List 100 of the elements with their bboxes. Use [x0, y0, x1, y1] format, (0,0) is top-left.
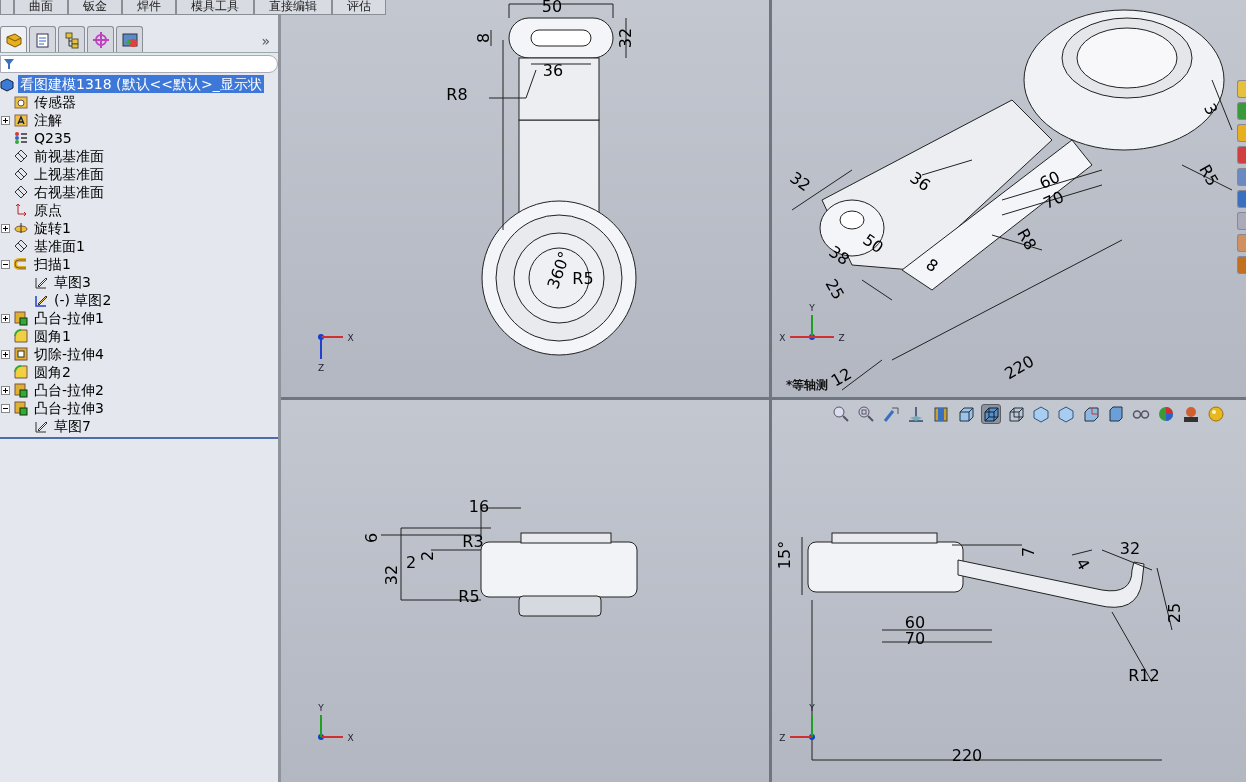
- dimension-label[interactable]: 8: [922, 254, 942, 277]
- dimension-label[interactable]: 15°: [775, 540, 794, 570]
- dimension-label[interactable]: 32: [786, 167, 814, 196]
- tree-item[interactable]: 凸台-拉伸3: [32, 399, 106, 417]
- section-view-icon: [907, 405, 925, 423]
- dimension-label[interactable]: 32: [382, 564, 401, 586]
- panel-tab[interactable]: [58, 26, 85, 52]
- view-previous-icon: [882, 405, 900, 423]
- tree-item[interactable]: Q235: [32, 129, 74, 147]
- expand-icon[interactable]: [1, 385, 10, 395]
- tree-item[interactable]: (-) 草图2: [52, 291, 114, 309]
- fillet-icon: [14, 328, 29, 344]
- dimension-label[interactable]: 3: [1200, 100, 1222, 119]
- tree-item[interactable]: 上视基准面: [32, 165, 106, 183]
- dimension-label[interactable]: 38: [825, 241, 853, 270]
- dimension-label[interactable]: 8: [474, 32, 493, 44]
- dimension-label[interactable]: 25: [1165, 602, 1184, 624]
- panel-tab[interactable]: [0, 26, 27, 52]
- toolbar-button[interactable]: [1056, 404, 1076, 424]
- toolbar-button[interactable]: [906, 404, 926, 424]
- dimension-label[interactable]: 70: [904, 629, 926, 648]
- dimension-label[interactable]: 36: [906, 167, 934, 196]
- dimension-label[interactable]: 60: [904, 613, 926, 632]
- extrude-icon: [14, 400, 29, 416]
- dimension-label[interactable]: 4: [1072, 555, 1094, 574]
- tree-item[interactable]: 草图7: [52, 417, 93, 435]
- collapse-icon[interactable]: [1, 403, 10, 413]
- tab-edge[interactable]: [0, 0, 14, 15]
- tree-item[interactable]: 凸台-拉伸1: [32, 309, 106, 327]
- dimension-label[interactable]: 16: [468, 497, 490, 516]
- toolbar-button[interactable]: [956, 404, 976, 424]
- toolbar-button[interactable]: [1181, 404, 1201, 424]
- extrude-icon: [14, 310, 29, 326]
- command-tab[interactable]: 钣金: [68, 0, 122, 15]
- toolbar-button[interactable]: [1156, 404, 1176, 424]
- config-icon: [62, 30, 81, 49]
- dimension-label[interactable]: 32: [616, 27, 635, 49]
- tree-item[interactable]: 前视基准面: [32, 147, 106, 165]
- dimension-label[interactable]: R8: [446, 85, 468, 104]
- tree-item[interactable]: 右视基准面: [32, 183, 106, 201]
- dimension-label[interactable]: R3: [462, 532, 484, 551]
- wireframe-cube-icon: [1007, 405, 1025, 423]
- plane-icon: [14, 166, 29, 182]
- more-button[interactable]: »: [257, 31, 274, 52]
- command-tab[interactable]: 焊件: [122, 0, 176, 15]
- panel-tab[interactable]: [29, 26, 56, 52]
- dimension-label[interactable]: 50: [541, 0, 563, 16]
- dimension-label[interactable]: 25: [821, 275, 849, 303]
- tree-item[interactable]: 旋转1: [32, 219, 73, 237]
- folder-icon: [14, 94, 29, 110]
- tree-item[interactable]: 基准面1: [32, 237, 87, 255]
- expand-icon[interactable]: [1, 115, 10, 125]
- dimension-label[interactable]: 2: [405, 553, 417, 572]
- shaded-cube-icon: [1032, 405, 1050, 423]
- dimension-label[interactable]: 220: [1001, 351, 1038, 384]
- tree-item[interactable]: 传感器: [32, 93, 78, 111]
- color-ball-icon: [1157, 405, 1175, 423]
- command-tab[interactable]: 评估: [332, 0, 386, 15]
- dimension-label[interactable]: 7: [1019, 546, 1038, 558]
- toolbar-button[interactable]: [1106, 404, 1126, 424]
- collapse-icon[interactable]: [1, 259, 10, 269]
- tree-item[interactable]: 原点: [32, 201, 64, 219]
- dimension-label[interactable]: 220: [951, 746, 983, 765]
- filter-field[interactable]: [0, 55, 278, 73]
- panel-tab[interactable]: [87, 26, 114, 52]
- dimension-label[interactable]: 12: [827, 363, 855, 391]
- tree-item[interactable]: 看图建模1318 (默认<<默认>_显示状: [18, 75, 264, 93]
- dimension-label[interactable]: 2: [418, 550, 437, 562]
- toolbar-button[interactable]: [856, 404, 876, 424]
- expand-icon[interactable]: [1, 349, 10, 359]
- dimension-label[interactable]: R5: [458, 587, 480, 606]
- panel-tab[interactable]: [116, 26, 143, 52]
- command-tab[interactable]: 直接编辑: [254, 0, 332, 15]
- dimension-label[interactable]: 32: [1119, 539, 1141, 558]
- display-icon: [120, 30, 139, 49]
- dimension-label[interactable]: 36: [542, 61, 564, 80]
- axis-triad-drawing: Y X: [318, 703, 354, 743]
- command-tab[interactable]: 模具工具: [176, 0, 254, 15]
- task-pane-tab[interactable]: [1237, 80, 1246, 98]
- tree-item[interactable]: 切除-拉伸4: [32, 345, 106, 363]
- dimension-label[interactable]: R12: [1128, 666, 1160, 685]
- toolbar-button[interactable]: [1031, 404, 1051, 424]
- tree-item[interactable]: 草图3: [52, 273, 93, 291]
- toolbar-button[interactable]: [1006, 404, 1026, 424]
- dimension-label[interactable]: R5: [1195, 161, 1223, 190]
- part-icon: [0, 76, 15, 92]
- tree-item[interactable]: 圆角1: [32, 327, 73, 345]
- dimension-label[interactable]: R8: [1013, 225, 1041, 254]
- toolbar-button[interactable]: [1081, 404, 1101, 424]
- tree-item[interactable]: 扫描1: [32, 255, 73, 273]
- command-tab[interactable]: 曲面: [14, 0, 68, 15]
- tree-item[interactable]: 注解: [32, 111, 64, 129]
- expand-icon[interactable]: [1, 313, 10, 323]
- dimension-label[interactable]: 6: [362, 532, 381, 544]
- dimension-label[interactable]: R5: [572, 269, 594, 288]
- toolbar-button[interactable]: [981, 404, 1001, 424]
- expand-icon[interactable]: [1, 223, 10, 233]
- tree-item[interactable]: 圆角2: [32, 363, 73, 381]
- tree-item[interactable]: 凸台-拉伸2: [32, 381, 106, 399]
- toolbar-button[interactable]: [831, 404, 851, 424]
